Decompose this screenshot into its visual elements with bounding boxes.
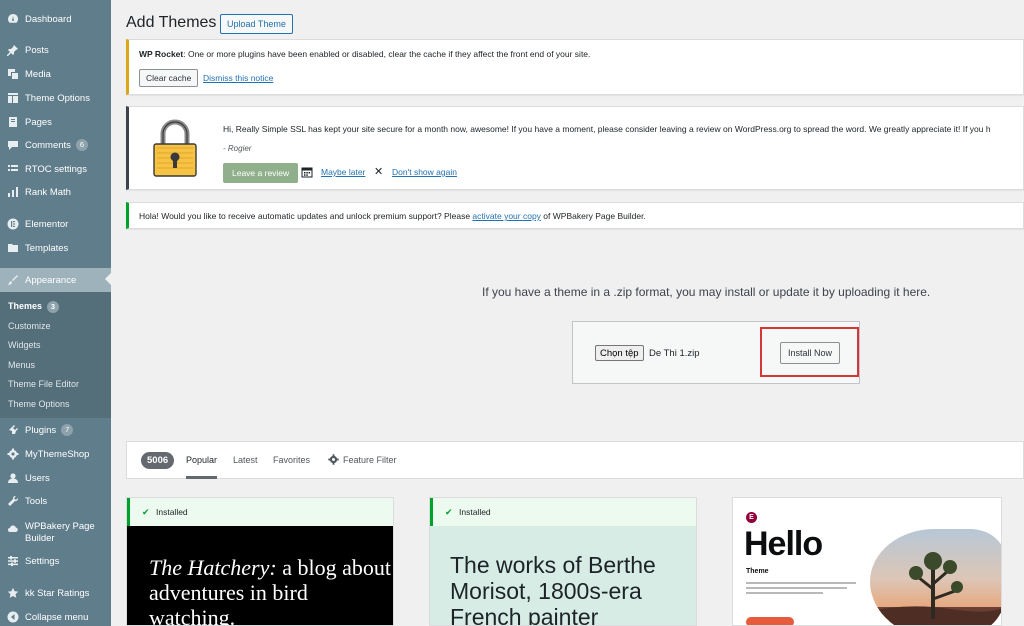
submenu-item-themes[interactable]: Themes 3: [8, 301, 60, 313]
dashboard-icon: [6, 12, 20, 26]
sidebar-item-elementor[interactable]: Elementor: [0, 213, 111, 235]
tab-favorites[interactable]: Favorites: [273, 455, 310, 465]
sidebar-item-pages[interactable]: Pages: [0, 111, 111, 133]
chart-icon: [6, 185, 20, 199]
sidebar-item-appearance[interactable]: Appearance: [0, 268, 111, 292]
media-icon: [6, 67, 20, 81]
theme-screenshot: The works of Berthe Morisot, 1800s-era F…: [430, 526, 696, 625]
close-icon[interactable]: ✕: [374, 165, 383, 178]
submenu-item-widgets[interactable]: Widgets: [8, 340, 41, 350]
sidebar-item-kk-star-ratings[interactable]: kk Star Ratings: [0, 582, 111, 604]
cloud-icon: [6, 522, 20, 536]
active-tab-indicator: [186, 476, 217, 479]
sidebar-item-rtoc-settings[interactable]: RTOC settings: [0, 158, 111, 180]
sidebar-item-tools[interactable]: Tools: [0, 490, 111, 512]
table-icon: [6, 91, 20, 105]
sidebar-item-comments[interactable]: Comments 6: [0, 134, 111, 156]
comment-icon: [6, 138, 20, 152]
tab-latest[interactable]: Latest: [233, 455, 258, 465]
selected-file-name: De Thi 1.zip: [649, 348, 700, 359]
plugins-count-badge: 7: [61, 424, 74, 436]
submenu-item-menus[interactable]: Menus: [8, 360, 35, 370]
theme-screenshot-label: Theme: [746, 568, 769, 575]
plugin-icon: [6, 423, 20, 437]
user-icon: [6, 471, 20, 485]
admin-sidebar: Dashboard Posts Media Theme Options Page…: [0, 0, 111, 626]
list-icon: [6, 162, 20, 176]
screenshot-cta-shape: [746, 617, 794, 625]
upload-instructions: If you have a theme in a .zip format, yo…: [482, 285, 931, 299]
main-content: Add Themes Upload Theme WP Rocket: One o…: [111, 0, 1024, 626]
sidebar-item-users[interactable]: Users: [0, 467, 111, 489]
dismiss-notice-link[interactable]: Dismiss this notice: [203, 73, 273, 83]
tab-popular[interactable]: Popular: [186, 455, 217, 465]
collapse-icon: [6, 610, 20, 624]
comments-count-badge: 6: [75, 139, 88, 151]
themes-count-badge: 3: [47, 301, 60, 313]
sidebar-item-wpbakery[interactable]: WPBakery Page Builder: [0, 519, 111, 547]
brush-icon: [6, 273, 20, 287]
sidebar-item-templates[interactable]: Templates: [0, 237, 111, 259]
activate-copy-link[interactable]: activate your copy: [472, 211, 541, 221]
lock-icon: [153, 119, 197, 177]
sidebar-item-media[interactable]: Media: [0, 63, 111, 85]
pin-icon: [6, 43, 20, 57]
upload-form: Chọn tệp De Thi 1.zip Install Now: [572, 321, 860, 384]
sidebar-item-plugins[interactable]: Plugins 7: [0, 419, 111, 441]
page-title: Add Themes: [126, 14, 217, 31]
submenu-item-customize[interactable]: Customize: [8, 321, 51, 331]
dont-show-again-link[interactable]: Don't show again: [392, 167, 457, 177]
sidebar-item-theme-options[interactable]: Theme Options: [0, 87, 111, 109]
wrench-icon: [6, 494, 20, 508]
collapse-menu-button[interactable]: Collapse menu: [0, 606, 111, 626]
wp-rocket-message: WP Rocket: One or more plugins have been…: [139, 49, 591, 59]
calendar-icon: [301, 167, 313, 178]
theme-count-badge: 5006: [141, 452, 175, 469]
theme-screenshot-heading: Hello: [744, 525, 823, 563]
settings-icon: [6, 554, 20, 568]
choose-file-button[interactable]: Chọn tệp: [595, 345, 644, 361]
page-icon: [6, 115, 20, 129]
sidebar-item-posts[interactable]: Posts: [0, 39, 111, 61]
wpbakery-message: Hola! Would you like to receive automati…: [139, 211, 646, 221]
clear-cache-button[interactable]: Clear cache: [139, 69, 199, 87]
ssl-author: - Rogier: [223, 144, 252, 153]
sidebar-item-mythemeshop[interactable]: MyThemeShop: [0, 443, 111, 465]
maybe-later-link[interactable]: Maybe later: [321, 167, 365, 177]
appearance-submenu: Themes 3 Customize Widgets Menus Theme Fi…: [0, 292, 111, 418]
sidebar-item-settings[interactable]: Settings: [0, 550, 111, 572]
ssl-message: Hi, Really Simple SSL has kept your site…: [223, 124, 991, 134]
check-icon: ✔: [142, 507, 150, 517]
theme-screenshot-photo: [870, 529, 1001, 625]
theme-screenshot: The Hatchery: a blog about adventures in…: [127, 526, 393, 625]
gear-icon: [6, 447, 20, 461]
upload-theme-button[interactable]: Upload Theme: [220, 14, 293, 34]
theme-card[interactable]: E Hello Theme: [732, 497, 1002, 626]
placeholder-text-lines: [746, 582, 856, 596]
joshua-tree-image: [870, 552, 1001, 625]
installed-banner: ✔ Installed: [127, 498, 393, 526]
folder-icon: [6, 241, 20, 255]
wp-rocket-notice: WP Rocket: One or more plugins have been…: [126, 39, 1024, 95]
installed-banner: ✔ Installed: [430, 498, 696, 526]
check-icon: ✔: [445, 507, 453, 517]
sidebar-item-dashboard[interactable]: Dashboard: [0, 8, 111, 30]
sidebar-item-rank-math[interactable]: Rank Math: [0, 181, 111, 203]
submenu-item-theme-file-editor[interactable]: Theme File Editor: [8, 379, 79, 389]
submenu-item-theme-options[interactable]: Theme Options: [8, 399, 70, 409]
feature-filter-button[interactable]: Feature Filter: [343, 455, 397, 465]
install-now-button[interactable]: Install Now: [780, 342, 841, 364]
elementor-icon: [6, 217, 20, 231]
gear-icon: [328, 454, 339, 465]
theme-filter-bar: 5006 Popular Latest Favorites Feature Fi…: [126, 441, 1024, 479]
leave-review-button[interactable]: Leave a review: [223, 163, 299, 183]
theme-card[interactable]: ✔ Installed The works of Berthe Morisot, …: [429, 497, 697, 626]
elementor-logo-icon: E: [746, 512, 757, 523]
wpbakery-notice: Hola! Would you like to receive automati…: [126, 202, 1024, 229]
theme-card[interactable]: ✔ Installed The Hatchery: a blog about ad…: [126, 497, 394, 626]
ssl-review-notice: Hi, Really Simple SSL has kept your site…: [126, 106, 1024, 190]
star-icon: [6, 586, 20, 600]
